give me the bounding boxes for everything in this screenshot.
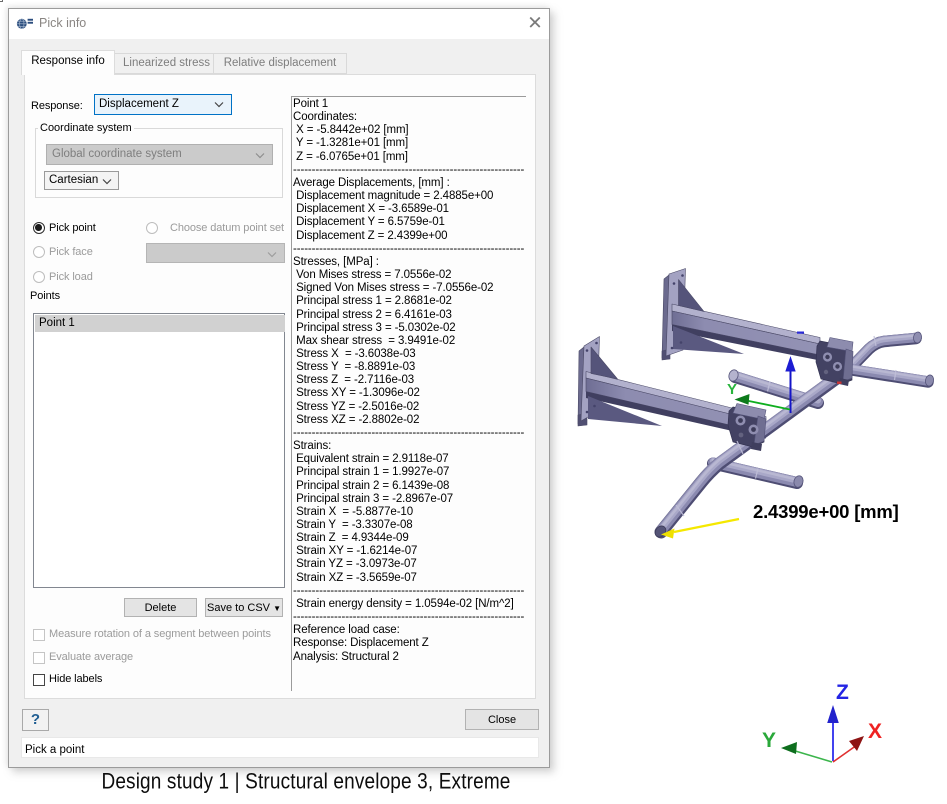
svg-text:Z: Z	[836, 681, 849, 704]
svg-text:Y: Y	[762, 729, 776, 752]
svg-text:Y: Y	[727, 381, 737, 398]
svg-text:X: X	[868, 720, 882, 743]
